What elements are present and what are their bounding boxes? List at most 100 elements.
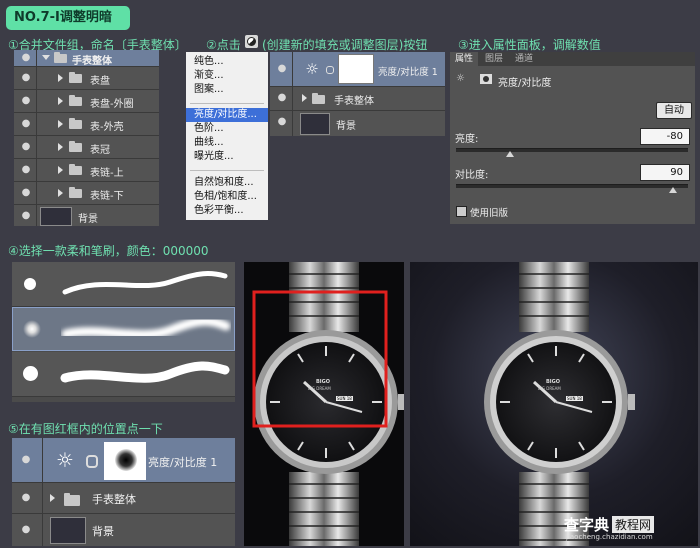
eye-icon[interactable]: ● [18,209,34,223]
layer-row-background[interactable]: ● 背景 [12,514,235,546]
eye-icon[interactable]: ● [18,51,34,65]
brightness-slider[interactable] [456,148,688,152]
layer-mask-thumbnail [104,442,146,480]
layer-row-child-4[interactable]: ● 表冠 [14,136,159,159]
folder-icon [64,493,80,506]
contrast-slider[interactable] [456,184,688,188]
contrast-label: 对比度: [455,170,489,181]
folder-icon [69,141,82,152]
layer-thumbnail [300,113,330,135]
eye-icon[interactable]: ● [18,71,34,85]
layer-row-adjustment[interactable]: ● ☼ 亮度/对比度 1 [270,52,445,87]
expand-arrow-icon[interactable] [58,97,63,105]
layer-row-child-3[interactable]: ● 表-外壳 [14,113,159,136]
expand-arrow-icon[interactable] [58,189,63,197]
eye-icon[interactable]: ● [18,94,34,108]
eye-icon[interactable]: ● [18,163,34,177]
menu-item[interactable]: 纯色... [186,55,268,69]
layers-panel-3: ● ☼ 亮度/对比度 1 ● 手表整体 ● 背景 [12,438,235,546]
menu-item-brightness-contrast[interactable]: 亮度/对比度... [186,108,268,122]
eye-icon[interactable]: ● [18,140,34,154]
menu-item[interactable]: 色阶... [186,122,268,136]
layers-panel-1: ● 手表整体 ● 表盘 ● 表盘-外圈 ● 表-外壳 ● 表冠 ● 表链-上 ●… [14,50,159,226]
layer-name: 亮度/对比度 1 [148,456,218,469]
watch-brand: BIGO [546,379,561,385]
hard-brush-icon [23,366,38,381]
layer-row-child-1[interactable]: ● 表盘 [14,67,159,90]
layer-name: 手表整体 [92,493,136,506]
expand-arrow-icon[interactable] [58,143,63,151]
menu-item[interactable]: 曲线... [186,136,268,150]
watermark-logo-text: 查字典 [564,516,610,534]
layer-name: 表盘 [90,76,110,87]
layer-thumbnail [50,517,86,544]
adjustment-layer-icon[interactable] [245,35,258,48]
contrast-value-input[interactable]: 90 [640,164,690,181]
contrast-slider-thumb[interactable] [668,187,677,193]
watch-subtitle: BIG DREAM [308,386,331,391]
folder-icon [312,93,325,104]
watch-image-before: BIGO BIG DREAM SUN 18 [244,262,404,546]
layer-row-child-5[interactable]: ● 表链-上 [14,159,159,182]
expand-arrow-icon[interactable] [50,494,55,502]
eye-icon[interactable]: ● [18,186,34,200]
brush-preset-1[interactable] [12,262,235,307]
watch-image-after: BIGO BIG DREAM SUN 18 查字典 教程网 jiaocheng.… [410,262,698,546]
step-2-text-b: (创建新的填充或调整图层)按钮 [262,38,428,52]
eye-icon[interactable]: ● [18,117,34,131]
layer-row-group[interactable]: ● 手表整体 [270,87,445,111]
tab-properties[interactable]: 属性 [450,52,478,66]
menu-item[interactable]: 图案... [186,83,268,97]
eye-icon[interactable]: ● [18,523,34,537]
layer-mask-thumbnail [338,54,374,84]
properties-header: 亮度/对比度 [498,78,552,89]
watch-illustration [484,262,635,546]
menu-item[interactable]: 曝光度... [186,150,268,164]
layer-row-group[interactable]: ● 手表整体 [12,483,235,514]
layer-thumbnail [40,207,72,226]
expand-arrow-icon[interactable] [42,55,50,60]
expand-arrow-icon[interactable] [58,74,63,82]
watch-illustration [252,262,404,546]
eye-icon[interactable]: ● [18,453,34,467]
menu-item[interactable]: 色相/饱和度... [186,190,268,204]
expand-arrow-icon[interactable] [302,94,307,102]
brightness-icon: ☼ [56,448,74,472]
eye-icon[interactable]: ● [274,115,290,129]
folder-icon [69,72,82,83]
watch-date: SUN 18 [336,396,353,401]
layer-row-adjustment[interactable]: ● ☼ 亮度/对比度 1 [12,438,235,483]
layer-row-child-2[interactable]: ● 表盘-外圈 [14,90,159,113]
eye-icon[interactable]: ● [274,62,290,76]
expand-arrow-icon[interactable] [58,166,63,174]
legacy-checkbox[interactable] [456,206,467,217]
brush-preset-soft-selected[interactable] [12,307,235,351]
tab-layers[interactable]: 图层 [480,52,508,66]
watermark-url: jiaocheng.chazidian.com [566,533,653,541]
menu-item[interactable]: 渐变... [186,69,268,83]
layer-row-child-6[interactable]: ● 表链-下 [14,182,159,205]
hard-brush-icon [24,278,36,290]
menu-item[interactable]: 自然饱和度... [186,176,268,190]
layer-row-background[interactable]: ● 背景 [14,205,159,226]
eye-icon[interactable]: ● [274,91,290,105]
brush-stroke-preview [60,361,230,383]
folder-icon [69,187,82,198]
step-3-text: ③进入属性面板，调解数值 [458,38,601,52]
layers-panel-2: ● ☼ 亮度/对比度 1 ● 手表整体 ● 背景 [270,52,445,136]
brush-preset-3[interactable] [12,352,235,397]
layer-row-background[interactable]: ● 背景 [270,111,445,136]
brightness-slider-thumb[interactable] [506,151,515,157]
step-4-text: ④选择一款柔和笔刷，颜色：000000 [8,244,209,258]
folder-icon [69,164,82,175]
menu-item[interactable]: 色彩平衡... [186,204,268,218]
expand-arrow-icon[interactable] [58,120,63,128]
folder-icon [54,52,67,63]
auto-button[interactable]: 自动 [656,102,692,119]
tab-channels[interactable]: 通道 [510,52,538,66]
link-icon [86,455,98,468]
layer-name: 表-外壳 [90,122,124,133]
brightness-value-input[interactable]: -80 [640,128,690,145]
layer-row-group[interactable]: ● 手表整体 [14,50,159,67]
eye-icon[interactable]: ● [18,491,34,505]
